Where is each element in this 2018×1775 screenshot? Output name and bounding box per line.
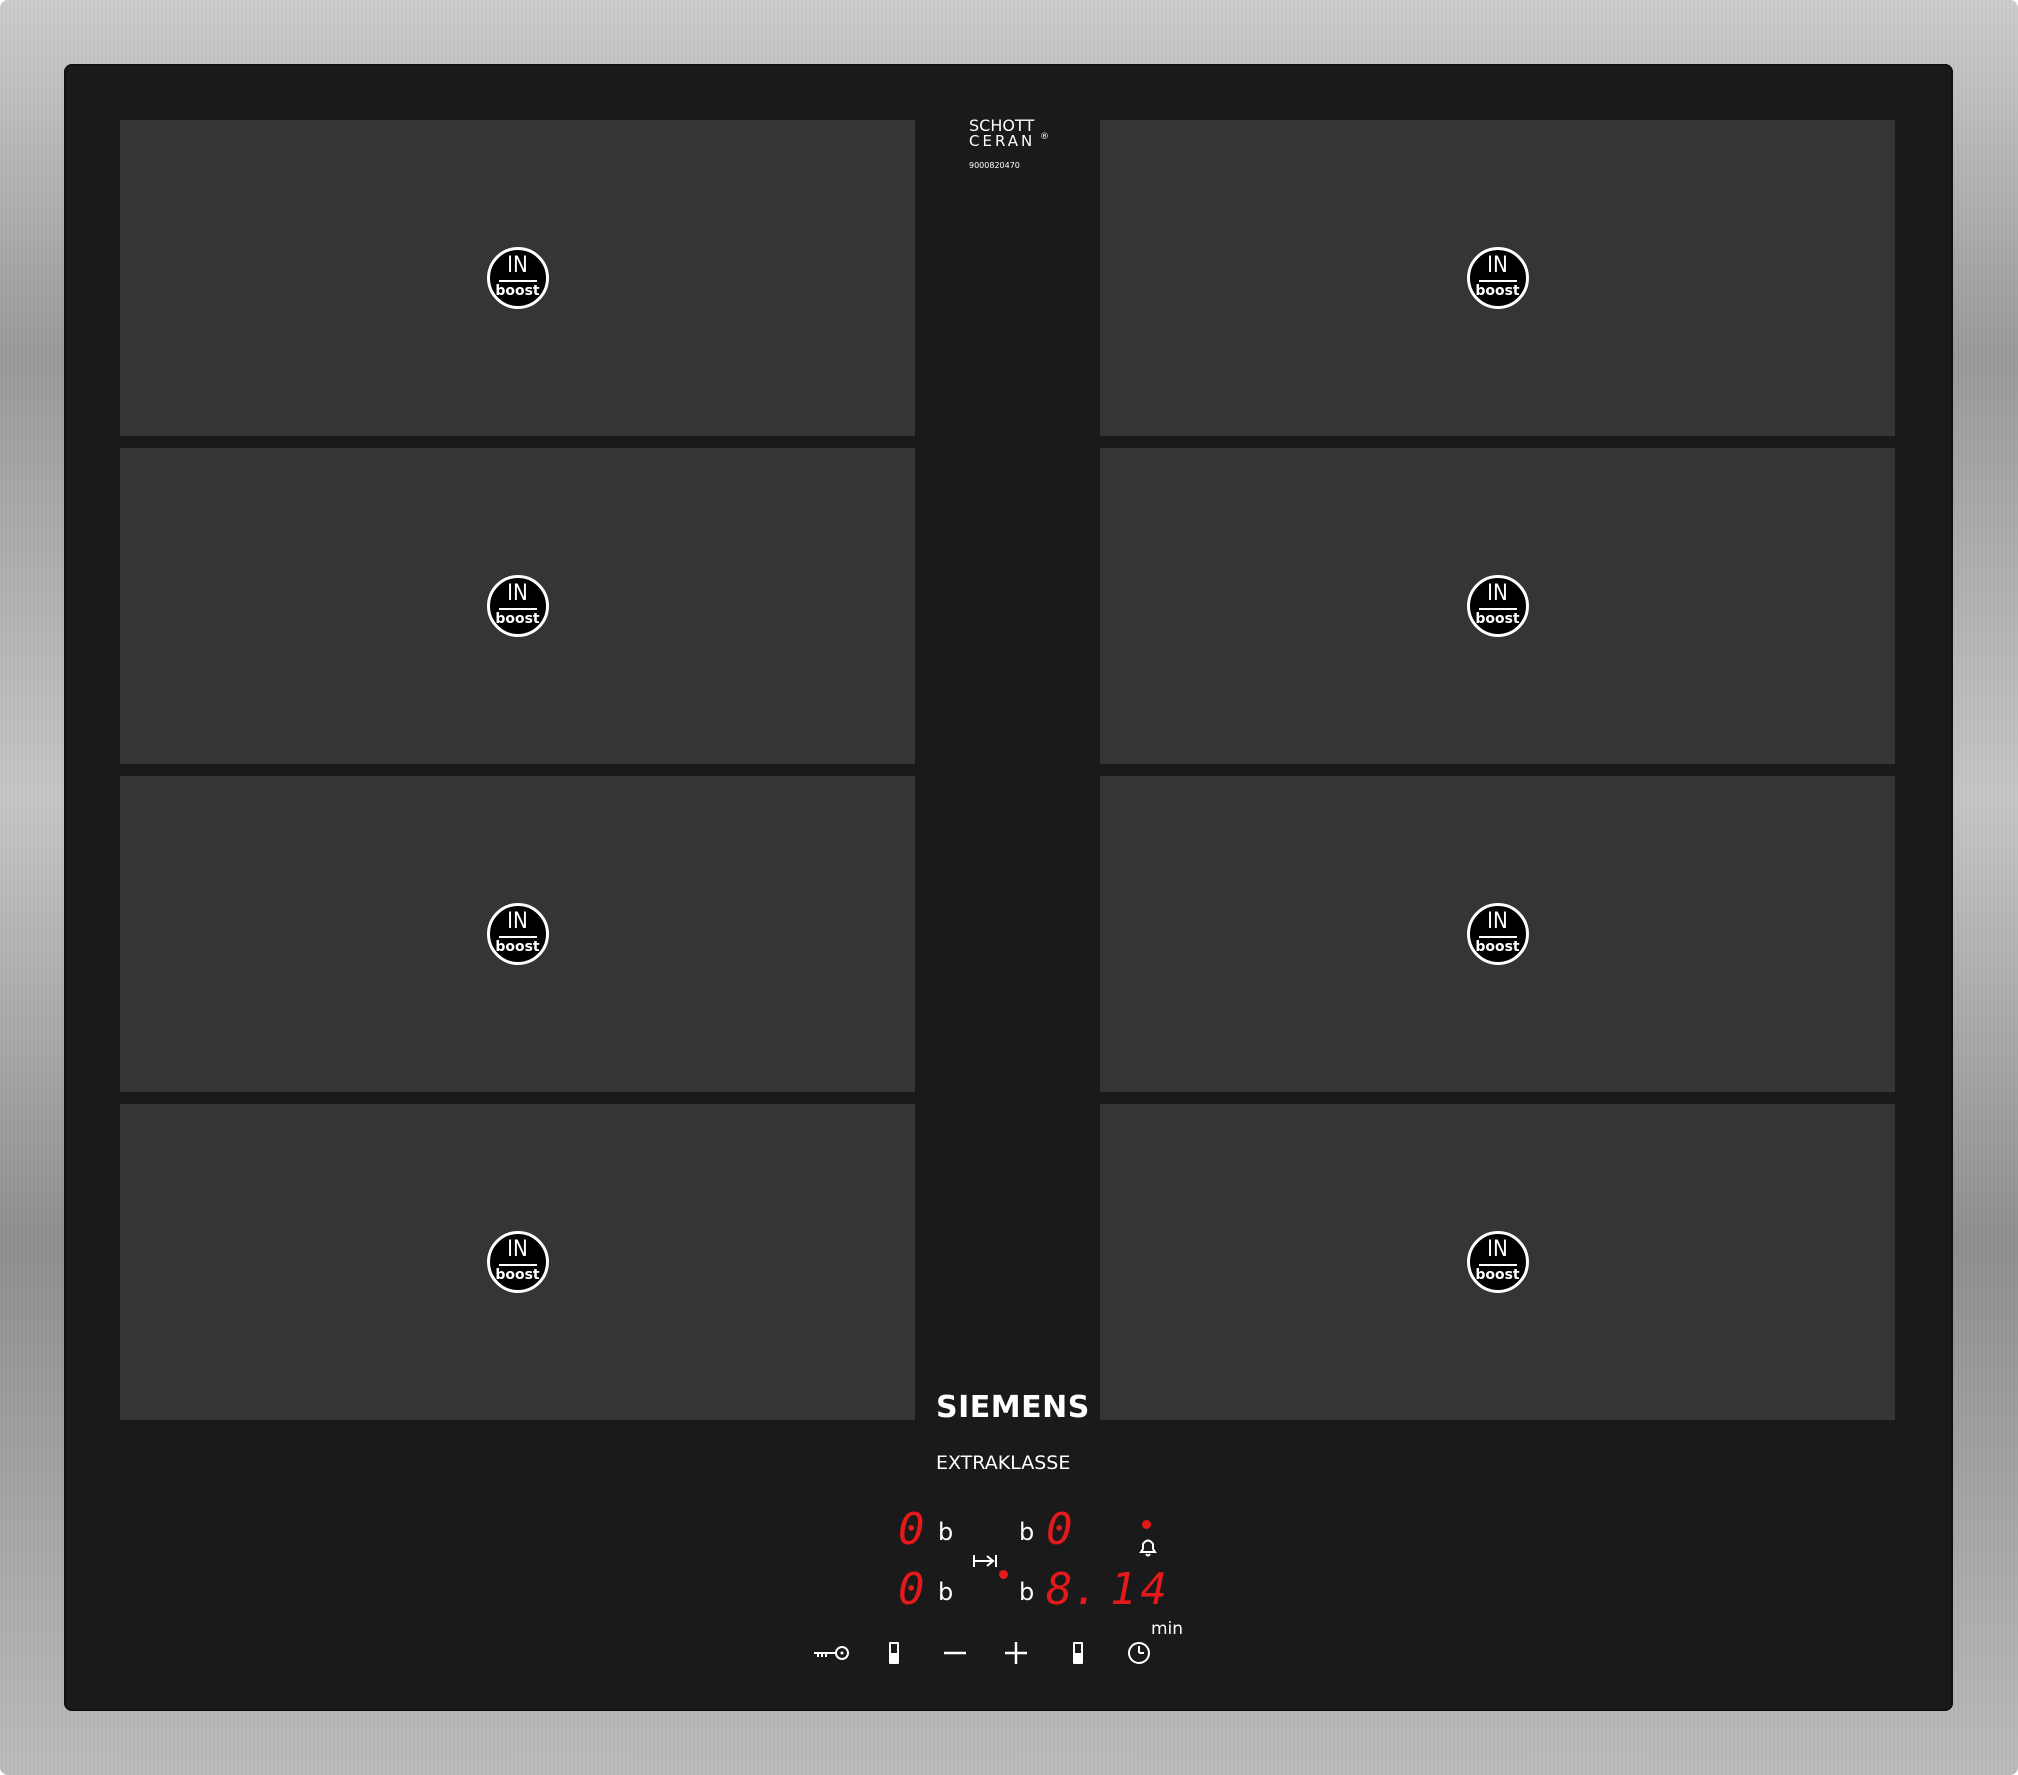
timer-display: 14	[1110, 1564, 1171, 1615]
badge-boost-text: boost	[495, 1267, 540, 1283]
alarm-indicator-dot	[1142, 1520, 1151, 1529]
badge-boost-text: boost	[495, 939, 540, 955]
badge-in-text: IN	[507, 909, 528, 934]
badge-in-text: IN	[1487, 581, 1508, 606]
badge-boost-text: boost	[495, 611, 540, 627]
zone-marker-top-left: b	[938, 1518, 954, 1546]
cooking-zone-right-1[interactable]: IN boost	[1100, 120, 1895, 436]
cooking-zone-left-3[interactable]: IN boost	[120, 776, 915, 1092]
cooking-zone-left-2[interactable]: IN boost	[120, 448, 915, 764]
registered-mark: ®	[1040, 132, 1049, 142]
zone-select-right-button[interactable]	[1073, 1642, 1083, 1664]
brand-logo: SIEMENS	[936, 1390, 1090, 1425]
badge-boost-text: boost	[1475, 283, 1520, 299]
badge-boost-text: boost	[1475, 1267, 1520, 1283]
inboost-badge: IN boost	[486, 575, 549, 637]
cooking-zone-left-1[interactable]: IN boost	[120, 120, 915, 436]
serial-number: 9000820470	[969, 161, 1020, 170]
bell-icon[interactable]	[1136, 1535, 1160, 1559]
power-level-bottom-right: 8.	[1046, 1564, 1099, 1615]
badge-boost-text: boost	[1475, 939, 1520, 955]
sub-brand: EXTRAKLASSE	[936, 1452, 1071, 1474]
badge-in-text: IN	[1487, 1237, 1508, 1262]
minus-icon[interactable]	[942, 1643, 968, 1663]
plus-icon[interactable]	[1003, 1640, 1029, 1666]
key-lock-icon[interactable]	[812, 1643, 852, 1663]
power-level-top-right: 0	[1046, 1504, 1073, 1555]
inboost-badge: IN boost	[1466, 575, 1529, 637]
power-level-top-left: 0	[898, 1504, 925, 1555]
cooking-zone-right-4[interactable]: IN boost	[1100, 1104, 1895, 1420]
zone-marker-top-right: b	[1019, 1518, 1035, 1546]
zone-marker-bottom-left: b	[938, 1578, 954, 1606]
badge-in-text: IN	[507, 581, 528, 606]
badge-boost-text: boost	[495, 283, 540, 299]
zone-marker-bottom-right: b	[1019, 1578, 1035, 1606]
inboost-badge: IN boost	[486, 903, 549, 965]
inboost-badge: IN boost	[1466, 1231, 1529, 1293]
badge-in-text: IN	[1487, 909, 1508, 934]
transfer-icon[interactable]	[972, 1552, 998, 1570]
inboost-badge: IN boost	[1466, 903, 1529, 965]
cooking-zone-right-3[interactable]: IN boost	[1100, 776, 1895, 1092]
zone-select-left-button[interactable]	[889, 1642, 899, 1664]
schott-ceran-logo: SCHOTT CERAN ®	[969, 118, 1049, 150]
inboost-badge: IN boost	[486, 1231, 549, 1293]
timer-unit: min	[1151, 1619, 1184, 1639]
ceran-text: CERAN	[969, 132, 1036, 150]
inboost-badge: IN boost	[486, 247, 549, 309]
clock-icon[interactable]	[1126, 1640, 1152, 1666]
badge-in-text: IN	[507, 253, 528, 278]
inboost-badge: IN boost	[1466, 247, 1529, 309]
badge-in-text: IN	[1487, 253, 1508, 278]
badge-in-text: IN	[507, 1237, 528, 1262]
indicator-dot	[999, 1570, 1008, 1579]
cooking-zone-right-2[interactable]: IN boost	[1100, 448, 1895, 764]
cooking-zone-left-4[interactable]: IN boost	[120, 1104, 915, 1420]
power-level-bottom-left: 0	[898, 1564, 925, 1615]
badge-boost-text: boost	[1475, 611, 1520, 627]
